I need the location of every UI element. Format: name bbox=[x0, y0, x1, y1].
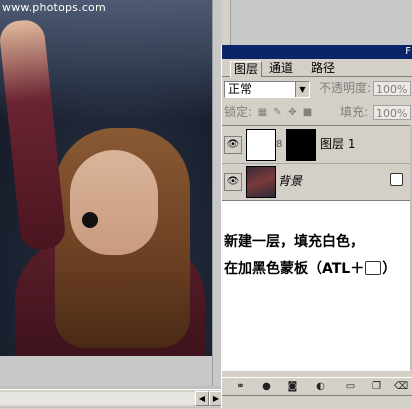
palette-tabs: 图层 通道 路径 bbox=[222, 59, 412, 77]
scroll-left-button[interactable]: ◀ bbox=[195, 391, 209, 406]
instruction-line-2: 在加黑色蒙板（ATL＋ ） bbox=[224, 258, 396, 278]
fx-icon[interactable]: ● bbox=[260, 380, 273, 393]
chevron-down-icon[interactable]: ▼ bbox=[295, 82, 309, 97]
tab-layers[interactable]: 图层 bbox=[230, 61, 263, 77]
layer-row-background[interactable]: 👁 背景 bbox=[222, 163, 410, 201]
layer-row-layer1[interactable]: 👁 8 图层 1 bbox=[222, 126, 410, 164]
watermark: www.photops.com bbox=[2, 1, 106, 14]
chain-link-icon[interactable]: 8 bbox=[276, 139, 282, 150]
palette-bottom-strip bbox=[222, 395, 412, 409]
lock-icon bbox=[390, 173, 403, 186]
lock-label: 锁定: bbox=[224, 105, 253, 119]
blend-mode-select[interactable]: 正常 ▼ bbox=[224, 81, 310, 98]
headset-microphone bbox=[82, 212, 98, 228]
background-thumbnail[interactable] bbox=[246, 166, 276, 198]
opacity-field[interactable]: 100% bbox=[373, 81, 411, 96]
singer-face bbox=[70, 150, 158, 255]
lock-all-icon[interactable]: ■ bbox=[302, 107, 313, 118]
eye-icon[interactable]: 👁 bbox=[224, 136, 242, 154]
new-layer-icon[interactable]: ❐ bbox=[370, 380, 383, 393]
instruction-line-2-suffix: ） bbox=[382, 261, 397, 277]
trash-icon[interactable]: ⌫ bbox=[394, 380, 408, 393]
scroll-track[interactable] bbox=[0, 392, 195, 405]
add-mask-key-icon bbox=[365, 261, 382, 275]
titlebar-mark: F bbox=[405, 46, 411, 57]
layers-list: 👁 8 图层 1 👁 背景 bbox=[222, 125, 410, 201]
link-icon[interactable]: ⚭ bbox=[234, 380, 247, 393]
lock-row: 锁定: ▦ ✎ ✥ ■ 填充: 100% bbox=[222, 103, 412, 123]
blend-row: 正常 ▼ 不透明度: 100% bbox=[222, 79, 412, 99]
layers-palette: F 图层 通道 路径 正常 ▼ 不透明度: 100% 锁定: ▦ ✎ ✥ ■ 填… bbox=[221, 45, 412, 409]
lock-image-icon[interactable]: ✎ bbox=[272, 107, 283, 118]
opacity-label: 不透明度: bbox=[319, 81, 372, 95]
background-window bbox=[230, 0, 412, 45]
mask-thumbnail[interactable] bbox=[286, 129, 316, 161]
tab-channels[interactable]: 通道 bbox=[266, 61, 296, 76]
fill-label: 填充: bbox=[340, 105, 369, 119]
eye-icon[interactable]: 👁 bbox=[224, 173, 242, 191]
mask-icon[interactable]: ◙ bbox=[286, 380, 299, 393]
instruction-note: 新建一层，填充白色， 在加黑色蒙板（ATL＋ ） bbox=[222, 200, 410, 371]
lock-transparency-icon[interactable]: ▦ bbox=[257, 107, 268, 118]
fill-field[interactable]: 100% bbox=[373, 105, 411, 120]
photo-canvas[interactable]: www.photops.com bbox=[0, 0, 212, 356]
document-status-area bbox=[0, 356, 212, 386]
instruction-line-2-prefix: 在加黑色蒙板（ATL＋ bbox=[224, 261, 365, 277]
layer-thumbnail[interactable] bbox=[246, 129, 276, 161]
horizontal-scrollbar[interactable]: ◀ ▶ bbox=[0, 389, 223, 407]
layer-name[interactable]: 背景 bbox=[278, 174, 302, 189]
layer-name[interactable]: 图层 1 bbox=[320, 137, 355, 152]
palette-bottom-toolbar: ⚭ ● ◙ ◐ ▭ ❐ ⌫ bbox=[222, 377, 412, 396]
folder-icon[interactable]: ▭ bbox=[344, 380, 357, 393]
tab-paths[interactable]: 路径 bbox=[308, 61, 338, 76]
document-window: www.photops.com ◀ ▶ bbox=[0, 0, 223, 408]
adjustment-icon[interactable]: ◐ bbox=[314, 380, 327, 393]
blend-mode-value: 正常 bbox=[228, 82, 253, 96]
lock-position-icon[interactable]: ✥ bbox=[287, 107, 298, 118]
instruction-line-1: 新建一层，填充白色， bbox=[224, 234, 364, 250]
palette-titlebar[interactable]: F bbox=[222, 45, 412, 59]
